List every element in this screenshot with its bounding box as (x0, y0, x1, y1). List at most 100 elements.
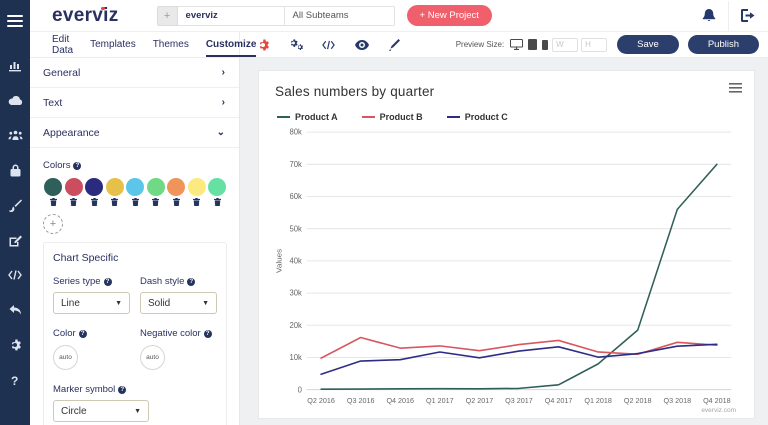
annotate-pen-icon[interactable] (378, 32, 411, 57)
svg-text:0: 0 (298, 385, 303, 394)
tab-edit-data[interactable]: Edit Data (52, 32, 73, 57)
color-swatch-circle[interactable] (146, 178, 165, 196)
color-swatch[interactable] (84, 178, 105, 206)
legend-item[interactable]: Product B (361, 112, 423, 122)
svg-text:Q3 2018: Q3 2018 (664, 396, 692, 405)
appearance-body: Colors? + Chart Specific Series type? Li… (30, 148, 239, 425)
save-button[interactable]: Save (617, 35, 679, 54)
cloud-icon[interactable] (0, 87, 30, 113)
trash-icon[interactable] (152, 198, 160, 206)
tab-templates[interactable]: Templates (90, 32, 136, 57)
color-swatch[interactable] (187, 178, 208, 206)
color-auto-button[interactable]: auto (53, 345, 78, 370)
preview-eye-icon[interactable] (345, 32, 378, 57)
help-icon[interactable]: ? (78, 330, 87, 338)
code-icon[interactable] (0, 262, 30, 288)
color-swatch[interactable] (43, 178, 64, 206)
legend-line-swatch (277, 116, 290, 118)
preview-height-input[interactable] (581, 37, 608, 52)
advanced-gears-icon[interactable] (279, 32, 312, 57)
subteam-select[interactable]: All Subteams (284, 5, 395, 26)
add-color-button[interactable]: + (43, 214, 63, 234)
help-icon[interactable]: ? (0, 367, 30, 393)
legend-item[interactable]: Product A (277, 112, 338, 122)
color-swatch[interactable] (105, 178, 126, 206)
section-appearance[interactable]: Appearance ⌄ (30, 118, 239, 148)
plus-icon[interactable]: + (156, 5, 178, 26)
trash-icon[interactable] (111, 198, 119, 206)
svg-text:Q4 2017: Q4 2017 (545, 396, 573, 405)
color-swatch[interactable] (125, 178, 146, 206)
color-swatch-circle[interactable] (167, 178, 186, 196)
edit-icon[interactable] (0, 227, 30, 253)
chart-plot[interactable]: 0 10k 20k 30k 40k 50k 60k 70k 80k Q2 2016 Q3 2016 Q… (275, 124, 738, 414)
settings-icon[interactable] (0, 332, 30, 358)
help-icon[interactable]: ? (187, 278, 196, 286)
section-general[interactable]: General › (30, 58, 239, 88)
svg-text:40k: 40k (290, 256, 302, 265)
color-swatch[interactable] (64, 178, 85, 206)
tab-themes[interactable]: Themes (153, 32, 189, 57)
color-swatch-circle[interactable] (208, 178, 227, 196)
project-name-input[interactable] (177, 5, 285, 26)
trash-icon[interactable] (70, 198, 78, 206)
help-icon[interactable]: ? (118, 386, 127, 394)
section-text[interactable]: Text › (30, 88, 239, 118)
marker-symbol-select[interactable]: Circle ▼ (53, 400, 149, 422)
desktop-icon[interactable] (509, 39, 524, 50)
dash-style-select[interactable]: Solid ▼ (140, 292, 217, 314)
preview-width-input[interactable] (552, 37, 579, 52)
svg-text:?: ? (11, 374, 18, 387)
publish-button[interactable]: Publish (687, 35, 759, 54)
color-swatch-circle[interactable] (105, 178, 124, 196)
phone-icon[interactable] (541, 39, 549, 50)
trash-icon[interactable] (49, 198, 57, 206)
svg-text:50k: 50k (290, 224, 302, 233)
svg-text:Q2 2016: Q2 2016 (307, 396, 335, 405)
chart-settings-gear-icon[interactable] (246, 32, 279, 57)
colors-label: Colors (43, 160, 71, 171)
trash-icon[interactable] (213, 198, 221, 206)
trash-icon[interactable] (90, 198, 98, 206)
charts-icon[interactable] (0, 52, 30, 78)
color-swatch[interactable] (207, 178, 228, 206)
caret-down-icon: ▼ (134, 407, 141, 415)
toolbar-row: Edit Data Templates Themes Customize Pre… (30, 32, 768, 58)
team-icon[interactable] (0, 122, 30, 148)
color-swatch-circle[interactable] (44, 178, 63, 196)
lock-icon[interactable] (0, 157, 30, 183)
color-swatch[interactable] (146, 178, 167, 206)
chart-watermark: everviz.com (701, 407, 736, 414)
sign-out-icon[interactable] (729, 9, 768, 22)
svg-text:Q2 2018: Q2 2018 (624, 396, 652, 405)
help-icon[interactable]: ? (73, 162, 82, 170)
custom-code-icon[interactable] (312, 32, 345, 57)
project-selector-group: + All Subteams (156, 5, 395, 26)
trash-icon[interactable] (172, 198, 180, 206)
caret-down-icon: ▼ (115, 299, 122, 307)
negative-color-auto-button[interactable]: auto (140, 345, 165, 370)
color-swatch-circle[interactable] (64, 178, 83, 196)
legend-item[interactable]: Product C (446, 112, 508, 122)
new-project-button[interactable]: + New Project (406, 5, 492, 26)
tablet-icon[interactable] (527, 39, 538, 50)
color-swatch-circle[interactable] (85, 178, 104, 196)
series-type-select[interactable]: Line ▼ (53, 292, 130, 314)
trash-icon[interactable] (193, 198, 201, 206)
menu-icon[interactable] (0, 8, 30, 34)
color-swatch-circle[interactable] (126, 178, 145, 196)
help-icon[interactable]: ? (103, 278, 112, 286)
logo: everviz (52, 4, 119, 26)
color-swatch[interactable] (166, 178, 187, 206)
series-type-value: Line (61, 297, 80, 309)
icon-sidebar: ? (0, 0, 30, 425)
svg-text:70k: 70k (290, 160, 302, 169)
color-swatch-circle[interactable] (187, 178, 206, 196)
paintbrush-icon[interactable] (0, 192, 30, 218)
svg-text:60k: 60k (290, 192, 302, 201)
help-icon[interactable]: ? (203, 330, 212, 338)
bell-icon[interactable] (690, 8, 728, 23)
undo-icon[interactable] (0, 297, 30, 323)
chart-context-menu-icon[interactable] (729, 83, 742, 93)
trash-icon[interactable] (131, 198, 139, 206)
